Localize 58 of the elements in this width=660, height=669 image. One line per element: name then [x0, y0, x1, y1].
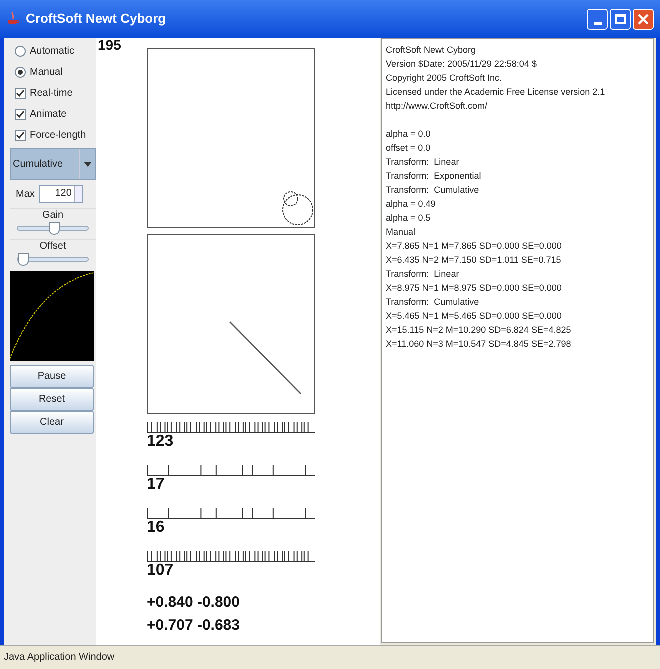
slider-label: Offset	[40, 240, 66, 254]
log-line: offset = 0.0	[386, 142, 432, 155]
spike-count: 16	[147, 519, 166, 536]
transform-dropdown[interactable]: Cumulative	[10, 148, 96, 180]
readout-value: +0.840 -0.800	[147, 593, 241, 613]
about-line: Version $Date: 2005/11/29 22:58:04 $	[386, 58, 538, 71]
log-line: alpha = 0.5	[386, 212, 432, 225]
slider-thumb[interactable]	[48, 222, 60, 235]
log-line: X=8.975 N=1 M=8.975 SD=0.000 SE=0.000	[386, 282, 563, 295]
max-label: Max	[16, 188, 35, 202]
action-button[interactable]: Pause	[10, 365, 94, 388]
java-cup-icon	[6, 11, 20, 27]
spike-count: 123	[147, 433, 175, 450]
log-line: Transform: Cumulative	[386, 296, 480, 309]
minimize-button[interactable]	[587, 8, 608, 30]
option-label: Animate	[30, 108, 67, 122]
action-button[interactable]: Reset	[10, 388, 94, 411]
status-text: Java Application Window	[4, 651, 115, 665]
checkbox[interactable]	[15, 130, 26, 141]
log-line: alpha = 0.49	[386, 198, 437, 211]
counter-label: 195	[98, 38, 122, 52]
spike-count: 17	[147, 476, 166, 493]
radio-button[interactable]	[15, 46, 26, 57]
log-line: X=5.465 N=1 M=5.465 SD=0.000 SE=0.000	[386, 310, 563, 323]
log-line: Transform: Linear	[386, 268, 460, 281]
log-line: X=15.115 N=2 M=10.290 SD=6.824 SE=4.825	[386, 324, 572, 337]
option-label: Force-length	[30, 129, 86, 143]
log-line: X=7.865 N=1 M=7.865 SD=0.000 SE=0.000	[386, 240, 563, 253]
about-line: http://www.CroftSoft.com/	[386, 100, 489, 113]
window-title: CroftSoft Newt Cyborg	[26, 10, 166, 28]
about-line: CroftSoft Newt Cyborg	[386, 44, 478, 57]
log-line: X=11.060 N=3 M=10.547 SD=4.845 SE=2.798	[386, 338, 572, 351]
slider-thumb[interactable]	[18, 253, 29, 266]
close-button[interactable]	[633, 8, 654, 30]
spike-count: 107	[147, 562, 175, 579]
caret-icon	[84, 162, 92, 166]
log-line: Transform: Cumulative	[386, 184, 480, 197]
option-label: Real-time	[30, 87, 73, 101]
log-line: Transform: Linear	[386, 156, 460, 169]
checkbox[interactable]	[15, 88, 26, 99]
checkbox[interactable]	[15, 109, 26, 120]
radio-button[interactable]	[15, 67, 26, 78]
maximize-button[interactable]	[610, 8, 631, 30]
option-label: Manual	[30, 66, 63, 80]
minimize-icon	[594, 22, 602, 24]
option-label: Automatic	[30, 45, 74, 59]
max-spinner[interactable]: 120	[38, 185, 83, 203]
close-icon	[638, 14, 649, 24]
log-line: X=6.435 N=2 M=7.150 SD=1.011 SE=0.715	[386, 254, 562, 267]
about-line: Licensed under the Academic Free License version 2.1	[386, 86, 606, 99]
slider-label: Gain	[42, 209, 64, 223]
about-line: Copyright 2005 CroftSoft Inc.	[386, 72, 504, 85]
log-line: Manual	[386, 226, 417, 239]
action-button[interactable]: Clear	[10, 411, 94, 434]
maximize-icon	[615, 14, 626, 24]
readout-value: +0.707 -0.683	[147, 616, 241, 636]
log-line: Transform: Exponential	[386, 170, 482, 183]
log-line: alpha = 0.0	[386, 128, 432, 141]
